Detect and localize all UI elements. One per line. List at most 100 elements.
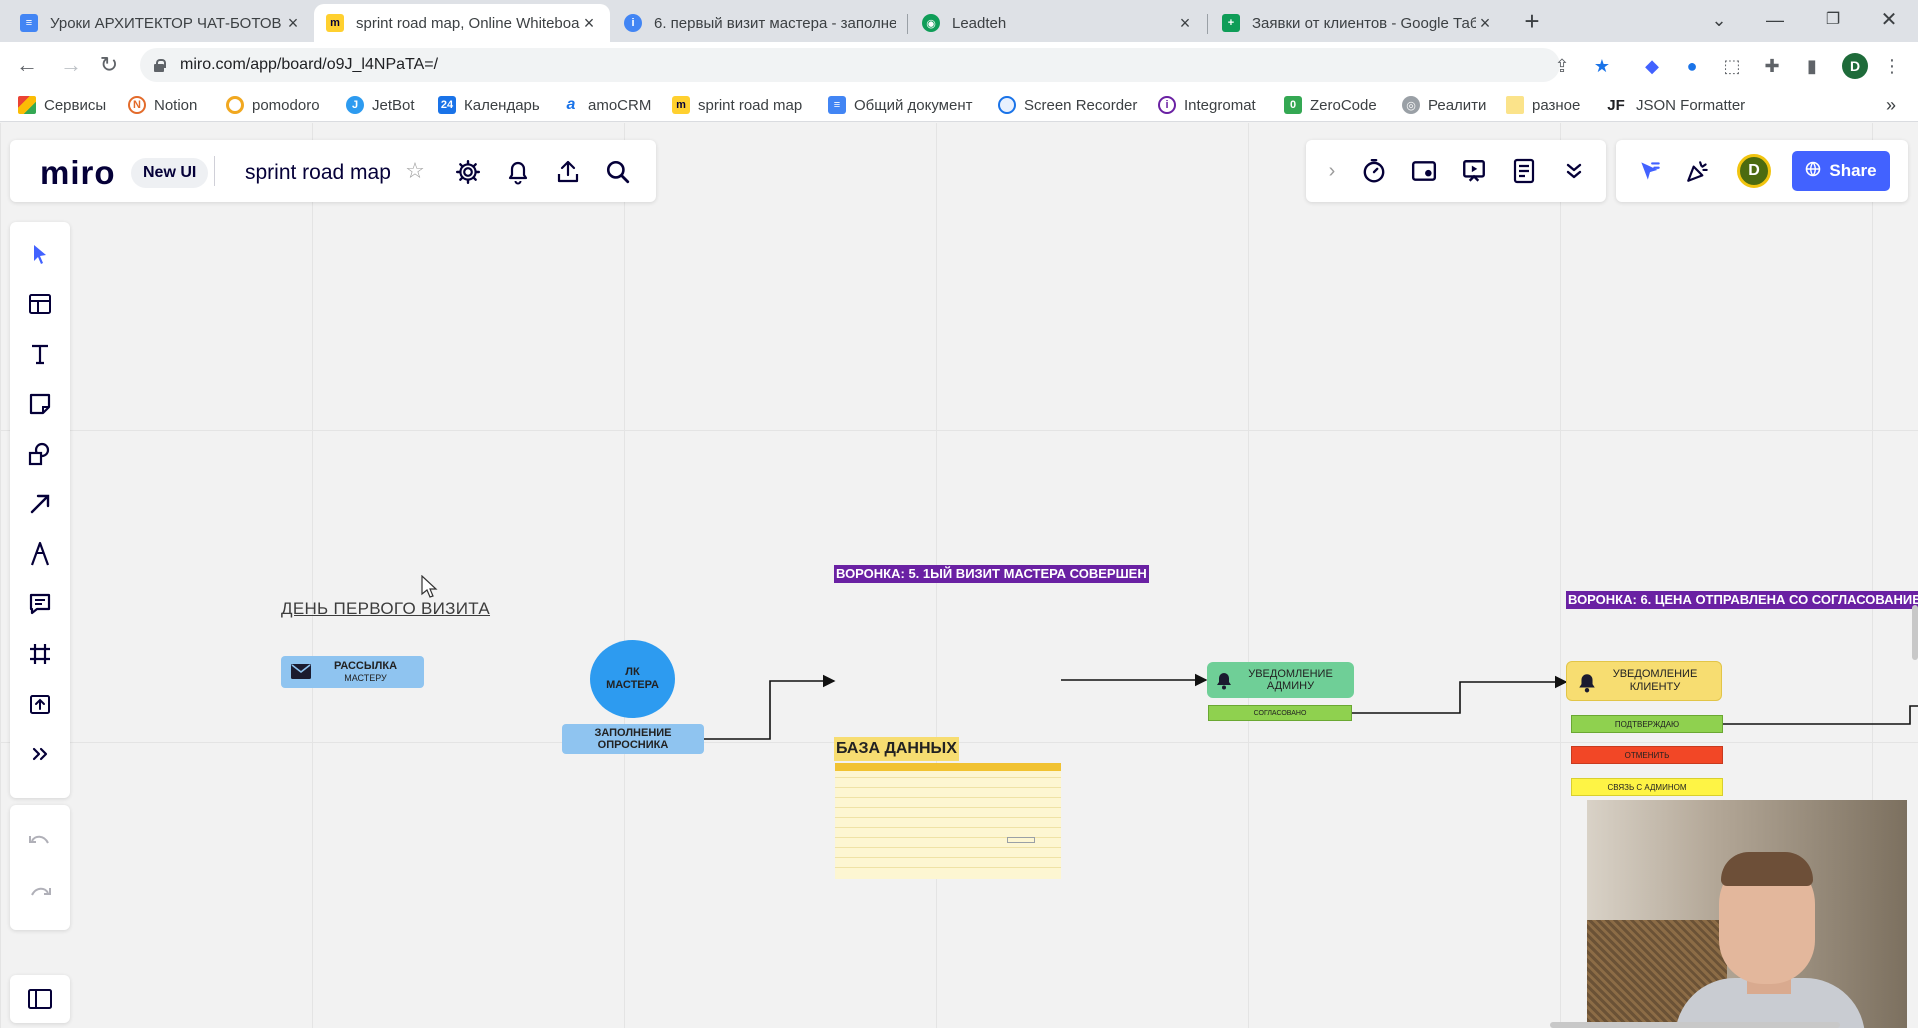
pomodoro-icon: [226, 96, 244, 114]
lk-master-label: ЛК: [625, 666, 640, 678]
bookmark-label: Реалити: [1428, 96, 1487, 114]
bookmark-shared-doc[interactable]: ≡ Общий документ: [828, 93, 973, 117]
sheets-favicon-icon: +: [1222, 14, 1240, 32]
funnel-6-label[interactable]: ВОРОНКА: 6. ЦЕНА ОТПРАВЛЕНА СО СОГЛАСОВА…: [1566, 591, 1918, 609]
tab-title: Заявки от клиентов - Google Таблицы: [1252, 14, 1476, 32]
bookmark-services[interactable]: Сервисы: [18, 93, 106, 117]
browser-tab-lessons[interactable]: ≡ Уроки АРХИТЕКТОР ЧАТ-БОТОВ ×: [8, 4, 314, 42]
docs-icon: ≡: [828, 96, 846, 114]
bookmark-screen-recorder[interactable]: Screen Recorder: [998, 93, 1137, 117]
browser-tab-sheets[interactable]: + Заявки от клиентов - Google Таблицы ×: [1210, 4, 1506, 42]
table-row: [835, 817, 1061, 818]
bookmark-label: Notion: [154, 96, 198, 114]
agreed-button[interactable]: СОГЛАСОВАНО: [1208, 705, 1352, 721]
bookmark-amocrm[interactable]: a amoCRM: [562, 93, 652, 117]
bookmark-calendar[interactable]: 24 Календарь: [438, 93, 540, 117]
kebab-menu-icon[interactable]: ⋮: [1880, 54, 1904, 78]
bookmark-label: разное: [1532, 96, 1581, 114]
tab-title: Уроки АРХИТЕКТОР ЧАТ-БОТОВ: [50, 14, 282, 32]
bookmark-folder-misc[interactable]: разное: [1506, 93, 1580, 117]
browser-tab-first-visit[interactable]: i 6. первый визит мастера - заполнение: [612, 4, 908, 42]
bookmark-notion[interactable]: N Notion: [128, 93, 197, 117]
contact-admin-button[interactable]: СВЯЗЬ С АДМИНОМ: [1571, 778, 1723, 796]
bookmark-label: pomodoro: [252, 96, 320, 114]
bookmark-label: Общий документ: [854, 96, 973, 114]
forward-icon[interactable]: →: [56, 50, 86, 80]
cancel-button[interactable]: ОТМЕНИТЬ: [1571, 746, 1723, 764]
tab-separator: [1207, 14, 1208, 34]
funnel-5-label[interactable]: ВОРОНКА: 5. 1ЫЙ ВИЗИТ МАСТЕРА СОВЕРШЕН: [834, 565, 1149, 583]
bookmark-sprint-road-map[interactable]: m sprint road map: [672, 93, 802, 117]
mailing-card[interactable]: РАССЫЛКА МАСТЕРУ: [281, 656, 424, 688]
mailing-subtitle: МАСТЕРУ: [344, 673, 387, 683]
minimize-icon[interactable]: —: [1752, 4, 1798, 36]
table-row: [835, 867, 1061, 868]
bookmark-label: sprint road map: [698, 96, 803, 114]
close-icon[interactable]: ×: [284, 13, 302, 34]
address-bar[interactable]: miro.com/app/board/o9J_l4NPaTA=/: [140, 48, 1560, 82]
table-row: [835, 857, 1061, 858]
extension-icon[interactable]: ◆: [1640, 54, 1664, 78]
tab-search-icon[interactable]: ⌄: [1696, 4, 1742, 36]
restore-icon[interactable]: ❐: [1810, 4, 1856, 36]
lock-icon: [152, 58, 166, 72]
bookmarks-overflow-icon[interactable]: »: [1886, 93, 1896, 117]
bell-icon: [1577, 672, 1597, 698]
bookmark-integromat[interactable]: i Integromat: [1158, 93, 1256, 117]
browser-tab-leadteh[interactable]: ◉ Leadteh ×: [910, 4, 1206, 42]
bookmark-pomodoro[interactable]: pomodoro: [226, 93, 320, 117]
docs-favicon-icon: ≡: [20, 14, 38, 32]
reload-icon[interactable]: ↻: [94, 50, 124, 80]
database-title[interactable]: БАЗА ДАННЫХ: [834, 737, 959, 761]
bookmark-label: Календарь: [464, 96, 540, 114]
database-table-preview[interactable]: [835, 763, 1061, 879]
profile-avatar[interactable]: D: [1842, 53, 1868, 79]
lk-master-label: МАСТЕРА: [606, 679, 659, 691]
bookmark-zerocode[interactable]: 0 ZeroCode: [1284, 93, 1377, 117]
table-row: [835, 787, 1061, 788]
bell-icon: [1215, 671, 1233, 695]
extension-icon[interactable]: ⬚: [1720, 54, 1744, 78]
bookmark-star-icon[interactable]: ★: [1590, 54, 1614, 78]
miro-board-canvas[interactable]: miro New UI sprint road map ☆ › D Share …: [0, 123, 1918, 1028]
vertical-scrollbar[interactable]: [1912, 605, 1918, 660]
webcam-video-overlay: [1587, 800, 1907, 1028]
confirm-button[interactable]: ПОДТВЕРЖДАЮ: [1571, 715, 1723, 733]
table-row: [835, 777, 1061, 778]
questionnaire-card[interactable]: ЗАПОЛНЕНИЕ ОПРОСНИКА: [562, 724, 704, 754]
screen-recorder-extension-icon[interactable]: ●: [1680, 54, 1704, 78]
side-panel-icon[interactable]: ▮: [1800, 54, 1824, 78]
back-icon[interactable]: ←: [12, 50, 42, 80]
table-row: [835, 797, 1061, 798]
notify-admin-card[interactable]: УВЕДОМЛЕНИЕ АДМИНУ: [1207, 662, 1354, 698]
lk-master-circle[interactable]: ЛК МАСТЕРА: [590, 640, 675, 718]
close-icon[interactable]: ×: [1176, 13, 1194, 34]
notify-client-card[interactable]: УВЕДОМЛЕНИЕ КЛИЕНТУ: [1566, 661, 1722, 701]
horizontal-scrollbar[interactable]: [1550, 1022, 1840, 1028]
apps-grid-icon: [18, 96, 36, 114]
tab-separator: [907, 14, 908, 34]
bookmark-label: Сервисы: [44, 96, 107, 114]
browser-tab-miro[interactable]: m sprint road map, Online Whiteboard ×: [314, 4, 610, 42]
close-icon[interactable]: ×: [1476, 13, 1494, 34]
bookmark-label: JetBot: [372, 96, 415, 114]
leadteh-favicon-icon: ◉: [922, 14, 940, 32]
bookmark-jetbot[interactable]: J JetBot: [346, 93, 415, 117]
screen-recorder-icon: [998, 96, 1016, 114]
close-icon[interactable]: ×: [580, 13, 598, 34]
extensions-puzzle-icon[interactable]: ✚: [1760, 54, 1784, 78]
miro-icon: m: [672, 96, 690, 114]
video-person-hair: [1721, 852, 1813, 886]
zerocode-icon: 0: [1284, 96, 1302, 114]
close-window-icon[interactable]: ✕: [1866, 4, 1912, 36]
table-row: [835, 827, 1061, 828]
bookmark-reality[interactable]: ◎ Реалити: [1402, 93, 1486, 117]
calendar-icon: 24: [438, 96, 456, 114]
notion-icon: N: [128, 96, 146, 114]
share-page-icon[interactable]: ⇪: [1550, 54, 1574, 78]
new-tab-button[interactable]: +: [1518, 8, 1546, 36]
globe-icon: ◎: [1402, 96, 1420, 114]
bookmark-json-formatter[interactable]: JF JSON Formatter: [1604, 93, 1745, 117]
envelope-icon: [291, 664, 311, 684]
tab-title: sprint road map, Online Whiteboard: [356, 14, 580, 32]
